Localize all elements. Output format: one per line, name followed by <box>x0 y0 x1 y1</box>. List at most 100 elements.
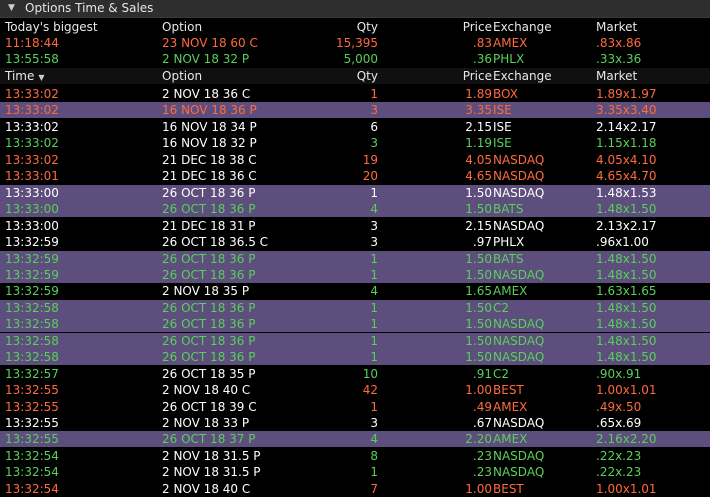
cell-market: 1.48x1.50 <box>596 202 657 217</box>
cell-exchange: NASDAQ <box>493 218 545 233</box>
cell-time: 13:32:58 <box>5 350 59 365</box>
cell-qty: 20 <box>362 169 378 184</box>
table-row[interactable]: 11:18:44 23 NOV 18 60 C 15,395 .83 AMEX .83x.… <box>0 35 710 51</box>
cell-time: 13:33:00 <box>5 218 59 233</box>
table-row[interactable]: 13:32:59 2 NOV 18 35 P 4 1.65 AMEX 1.63x1.65 <box>0 283 710 299</box>
cell-exchange: NASDAQ <box>493 169 545 184</box>
col-qty-header[interactable]: Qty <box>357 19 378 35</box>
col-option-header[interactable]: Option <box>162 68 202 84</box>
table-row[interactable]: 13:32:54 2 NOV 18 31.5 P 1 .23 NASDAQ .22x.23 <box>0 464 710 480</box>
collapse-chevron-icon[interactable]: ▼ <box>8 1 15 16</box>
cell-time: 13:32:54 <box>5 465 59 480</box>
table-row[interactable]: 13:32:55 2 NOV 18 40 C 42 1.00 BEST 1.00x1.01 <box>0 382 710 398</box>
cell-time: 13:32:58 <box>5 300 59 315</box>
cell-exchange: NASDAQ <box>493 333 545 348</box>
table-row[interactable]: 13:32:58 26 OCT 18 36 P 1 1.50 NASDAQ 1.48x1.… <box>0 332 710 349</box>
table-row[interactable]: 13:32:57 26 OCT 18 35 P 10 .91 C2 .90x.91 <box>0 366 710 382</box>
table-row[interactable]: 13:32:58 26 OCT 18 36 P 1 1.50 NASDAQ 1.48x1.… <box>0 316 710 333</box>
cell-exchange: BATS <box>493 202 524 217</box>
cell-option: 2 NOV 18 31.5 P <box>162 448 261 463</box>
col-exchange-header[interactable]: Exchange <box>493 19 552 35</box>
table-row[interactable]: 13:32:54 2 NOV 18 40 C 7 1.00 BEST 1.00x1.01 <box>0 481 710 497</box>
table-row[interactable]: 13:33:00 26 OCT 18 36 P 1 1.50 NASDAQ 1.48x1.… <box>0 184 710 201</box>
cell-option: 2 NOV 18 31.5 P <box>162 465 261 480</box>
cell-qty: 1 <box>370 465 378 480</box>
cell-exchange: NASDAQ <box>493 350 545 365</box>
cell-qty: 4 <box>370 432 378 447</box>
table-row[interactable]: 13:33:00 21 DEC 18 31 P 3 2.15 NASDAQ 2.13x2.… <box>0 218 710 234</box>
cell-price: .36 <box>472 52 492 66</box>
cell-qty: 3 <box>370 136 378 151</box>
cell-qty: 8 <box>370 448 378 463</box>
cell-option: 16 NOV 18 32 P <box>162 136 257 151</box>
col-option-header[interactable]: Option <box>162 19 202 35</box>
cell-price: 1.50 <box>465 350 492 365</box>
cell-price: 4.65 <box>465 169 492 184</box>
table-row[interactable]: 13:32:55 26 OCT 18 39 C 1 .49 AMEX .49x.50 <box>0 399 710 415</box>
cell-market: 4.65x4.70 <box>596 169 657 184</box>
cell-time: 13:32:54 <box>5 448 59 463</box>
cell-market: .96x1.00 <box>596 235 649 250</box>
cell-option: 21 DEC 18 36 C <box>162 169 257 184</box>
cell-time: 13:55:58 <box>5 52 59 66</box>
cell-price: 1.50 <box>465 185 492 200</box>
col-price-header[interactable]: Price <box>463 19 492 35</box>
table-row[interactable]: 13:32:55 26 OCT 18 37 P 4 2.20 AMEX 2.16x2.20 <box>0 431 710 448</box>
cell-exchange: PHLX <box>493 52 525 66</box>
cell-time: 13:33:02 <box>5 152 59 167</box>
cell-price: 2.15 <box>465 119 492 134</box>
cell-qty: 6 <box>370 119 378 134</box>
table-row[interactable]: 13:32:59 26 OCT 18 36 P 1 1.50 BATS 1.48x1.50 <box>0 250 710 267</box>
col-market-header[interactable]: Market <box>596 68 637 84</box>
window-titlebar[interactable]: ▼ Options Time & Sales <box>0 0 710 18</box>
cell-exchange: ISE <box>493 136 512 151</box>
cell-market: 2.14x2.17 <box>596 119 657 134</box>
cell-time: 13:32:58 <box>5 317 59 332</box>
cell-time: 13:33:01 <box>5 169 59 184</box>
table-row[interactable]: 13:33:02 21 DEC 18 38 C 19 4.05 NASDAQ 4.05x4… <box>0 152 710 168</box>
cell-option: 2 NOV 18 40 C <box>162 383 251 398</box>
table-row[interactable]: 13:55:58 2 NOV 18 32 P 5,000 .36 PHLX .33x.36 <box>0 51 710 67</box>
col-qty-header[interactable]: Qty <box>357 68 378 84</box>
cell-market: 1.89x1.97 <box>596 87 657 101</box>
cell-option: 26 OCT 18 36 P <box>162 300 256 315</box>
cell-time: 13:32:59 <box>5 251 59 266</box>
table-row[interactable]: 13:32:55 2 NOV 18 33 P 3 .67 NASDAQ .65x.69 <box>0 415 710 431</box>
cell-exchange: AMEX <box>493 432 528 447</box>
col-price-header[interactable]: Price <box>463 68 492 84</box>
cell-option: 26 OCT 18 36 P <box>162 185 256 200</box>
table-row[interactable]: 13:33:01 21 DEC 18 36 C 20 4.65 NASDAQ 4.65x4… <box>0 168 710 184</box>
table-row[interactable]: 13:33:02 16 NOV 18 32 P 3 1.19 ISE 1.15x1.18 <box>0 135 710 151</box>
cell-qty: 42 <box>362 383 378 398</box>
cell-time: 13:32:59 <box>5 267 59 282</box>
table-row[interactable]: 13:32:54 2 NOV 18 31.5 P 8 .23 NASDAQ .22x.23 <box>0 448 710 464</box>
cell-market: .65x.69 <box>596 416 642 430</box>
col-time-header[interactable]: Time ▼ <box>5 68 45 86</box>
cell-option: 16 NOV 18 34 P <box>162 119 257 134</box>
cell-time: 13:33:02 <box>5 136 59 151</box>
col-exchange-header[interactable]: Exchange <box>493 68 552 84</box>
col-time-label: Time <box>5 69 35 83</box>
cell-exchange: BEST <box>493 481 524 496</box>
cell-price: 1.50 <box>465 300 492 315</box>
cell-option: 26 OCT 18 36 P <box>162 350 256 365</box>
table-row[interactable]: 13:32:58 26 OCT 18 36 P 1 1.50 C2 1.48x1.50 <box>0 299 710 316</box>
table-row[interactable]: 13:32:59 26 OCT 18 36.5 C 3 .97 PHLX .96x1.00 <box>0 234 710 250</box>
cell-exchange: AMEX <box>493 36 528 50</box>
cell-exchange: ISE <box>493 103 512 118</box>
table-row[interactable]: 13:33:02 2 NOV 18 36 C 1 1.89 BOX 1.89x1.97 <box>0 86 710 102</box>
table-row[interactable]: 13:32:59 26 OCT 18 36 P 1 1.50 NASDAQ 1.48x1.… <box>0 266 710 283</box>
table-row[interactable]: 13:33:00 26 OCT 18 36 P 4 1.50 BATS 1.48x1.50 <box>0 201 710 218</box>
cell-option: 21 DEC 18 38 C <box>162 152 257 167</box>
cell-market: 3.35x3.40 <box>596 103 657 118</box>
table-row[interactable]: 13:32:58 26 OCT 18 36 P 1 1.50 NASDAQ 1.48x1.… <box>0 349 710 366</box>
cell-qty: 10 <box>362 366 378 381</box>
cell-option: 26 OCT 18 36.5 C <box>162 235 269 250</box>
cell-market: 2.16x2.20 <box>596 432 657 447</box>
table-row[interactable]: 13:33:02 16 NOV 18 34 P 6 2.15 ISE 2.14x2.17 <box>0 119 710 135</box>
col-market-header[interactable]: Market <box>596 19 637 35</box>
cell-exchange: NASDAQ <box>493 317 545 332</box>
cell-price: 3.35 <box>465 103 492 118</box>
cell-market: .83x.86 <box>596 36 642 50</box>
table-row[interactable]: 13:33:02 16 NOV 18 36 P 3 3.35 ISE 3.35x3.40 <box>0 102 710 119</box>
